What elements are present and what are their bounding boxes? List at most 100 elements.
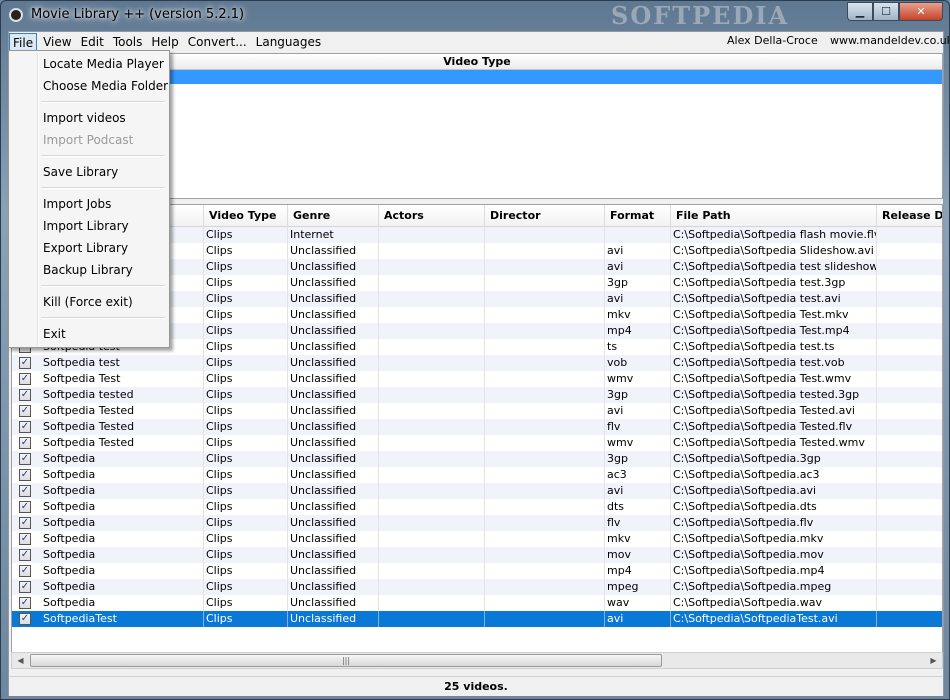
file-menu-item[interactable]: Locate Media Player — [11, 53, 167, 75]
cell-release — [877, 435, 942, 451]
menu-languages[interactable]: Languages — [253, 33, 324, 51]
table-row[interactable]: ✓ Softpedia Tested Clips Unclassified flv C:\… — [12, 419, 942, 435]
column-header-video-type[interactable]: Video Type — [204, 205, 288, 227]
cell-actors — [379, 371, 485, 387]
minimize-button[interactable]: ▁ — [847, 2, 873, 21]
cell-type: Clips — [204, 291, 288, 307]
row-checkbox[interactable]: ✓ — [19, 389, 31, 401]
app-icon[interactable] — [9, 8, 23, 22]
cell-format: mkv — [605, 531, 671, 547]
cell-director — [485, 243, 605, 259]
cell-type: Clips — [204, 259, 288, 275]
cell-type: Clips — [204, 531, 288, 547]
scroll-left-icon[interactable]: ◀ — [12, 653, 29, 668]
cell-type: Clips — [204, 339, 288, 355]
table-row[interactable]: ✓ Softpedia Test Clips Unclassified wmv C:\So… — [12, 371, 942, 387]
cell-genre: Unclassified — [288, 403, 379, 419]
row-checkbox[interactable]: ✓ — [19, 485, 31, 497]
table-row[interactable]: ✓ Softpedia Tested Clips Unclassified avi C:\… — [12, 403, 942, 419]
file-menu-item[interactable]: Export Library — [11, 237, 167, 259]
cell-director — [485, 291, 605, 307]
table-row[interactable]: ✓ Softpedia Clips Unclassified 3gp C:\Softped… — [12, 451, 942, 467]
row-checkbox[interactable]: ✓ — [19, 373, 31, 385]
table-row[interactable]: ✓ Softpedia Clips Unclassified mpeg C:\Softpe… — [12, 579, 942, 595]
cell-actors — [379, 515, 485, 531]
row-checkbox[interactable]: ✓ — [19, 597, 31, 609]
cell-type: Clips — [204, 547, 288, 563]
file-menu-item[interactable]: Save Library — [11, 161, 167, 183]
table-row[interactable]: ✓ Softpedia Clips Unclassified ac3 C:\Softped… — [12, 467, 942, 483]
cell-format: avi — [605, 291, 671, 307]
table-row[interactable]: ✓ Softpedia Clips Unclassified wav C:\Softped… — [12, 595, 942, 611]
menu-help[interactable]: Help — [148, 33, 181, 51]
table-row[interactable]: ✓ Softpedia Tested Clips Unclassified wmv C:\… — [12, 435, 942, 451]
cell-type: Clips — [204, 227, 288, 243]
cell-path: C:\Softpedia\Softpedia test.3gp — [671, 275, 877, 291]
file-menu-item[interactable]: Kill (Force exit) — [11, 291, 167, 313]
row-checkbox[interactable]: ✓ — [19, 565, 31, 577]
table-row[interactable]: ✓ Softpedia Clips Unclassified avi C:\Softped… — [12, 483, 942, 499]
menu-tools[interactable]: Tools — [110, 33, 146, 51]
scroll-thumb[interactable]: ||| — [30, 654, 662, 667]
cell-title: SoftpediaTest — [41, 611, 204, 627]
cell-director — [485, 371, 605, 387]
row-checkbox[interactable]: ✓ — [19, 613, 31, 625]
cell-title: Softpedia — [41, 483, 204, 499]
close-button[interactable]: ✕ — [899, 2, 943, 21]
row-checkbox[interactable]: ✓ — [19, 437, 31, 449]
cell-release — [877, 387, 942, 403]
table-row[interactable]: ✓ Softpedia Clips Unclassified flv C:\Softped… — [12, 515, 942, 531]
cell-genre: Unclassified — [288, 291, 379, 307]
cell-path: C:\Softpedia\Softpedia.mp4 — [671, 563, 877, 579]
column-header-file-path[interactable]: File Path — [671, 205, 877, 227]
cell-genre: Unclassified — [288, 451, 379, 467]
table-row[interactable]: ✓ Softpedia Clips Unclassified dts C:\Softped… — [12, 499, 942, 515]
table-row[interactable]: ✓ Softpedia test Clips Unclassified vob C:\So… — [12, 355, 942, 371]
row-checkbox[interactable]: ✓ — [19, 533, 31, 545]
title-bar[interactable]: Movie Library ++ (version 5.2.1) SOFTPED… — [1, 1, 949, 31]
menu-view[interactable]: View — [40, 33, 74, 51]
cell-actors — [379, 355, 485, 371]
scroll-right-icon[interactable]: ▶ — [925, 653, 942, 668]
menu-file[interactable]: File — [9, 33, 38, 51]
row-checkbox[interactable]: ✓ — [19, 453, 31, 465]
column-header-director[interactable]: Director — [485, 205, 605, 227]
column-header-release-date[interactable]: Release Da — [877, 205, 942, 227]
cell-path: C:\Softpedia\Softpedia.avi — [671, 483, 877, 499]
cell-actors — [379, 291, 485, 307]
file-menu-item[interactable]: Backup Library — [11, 259, 167, 281]
cell-title: Softpedia — [41, 451, 204, 467]
maximize-button[interactable]: ☐ — [873, 2, 899, 21]
row-checkbox[interactable]: ✓ — [19, 421, 31, 433]
file-menu-item[interactable]: Choose Media Folder — [11, 75, 168, 97]
row-checkbox[interactable]: ✓ — [19, 357, 31, 369]
file-menu-item[interactable]: Exit — [11, 323, 167, 345]
row-checkbox[interactable]: ✓ — [19, 405, 31, 417]
row-checkbox[interactable]: ✓ — [19, 501, 31, 513]
menu-edit[interactable]: Edit — [78, 33, 107, 51]
cell-genre: Unclassified — [288, 499, 379, 515]
cell-genre: Unclassified — [288, 547, 379, 563]
row-checkbox[interactable]: ✓ — [19, 581, 31, 593]
menu-convert[interactable]: Convert... — [185, 33, 250, 51]
table-row[interactable]: ✓ Softpedia tested Clips Unclassified 3gp C:\… — [12, 387, 942, 403]
row-checkbox[interactable]: ✓ — [19, 517, 31, 529]
table-row[interactable]: ✓ SoftpediaTest Clips Unclassified avi C:\Sof… — [12, 611, 942, 627]
row-checkbox[interactable]: ✓ — [19, 469, 31, 481]
table-row[interactable]: ✓ Softpedia Clips Unclassified mp4 C:\Softped… — [12, 563, 942, 579]
website-link[interactable]: www.mandeldev.co.uk — [830, 34, 949, 47]
column-header-genre[interactable]: Genre — [288, 205, 379, 227]
column-header-actors[interactable]: Actors — [379, 205, 485, 227]
column-header-format[interactable]: Format — [605, 205, 671, 227]
cell-title: Softpedia tested — [41, 387, 204, 403]
file-menu-item[interactable]: Import Jobs — [11, 193, 167, 215]
file-menu-item[interactable]: Import videos — [11, 107, 167, 129]
table-row[interactable]: ✓ Softpedia Clips Unclassified mkv C:\Softped… — [12, 531, 942, 547]
cell-type: Clips — [204, 451, 288, 467]
row-checkbox[interactable]: ✓ — [19, 549, 31, 561]
table-row[interactable]: ✓ Softpedia Clips Unclassified mov C:\Softped… — [12, 547, 942, 563]
file-menu-item[interactable]: Import Library — [11, 215, 167, 237]
cell-director — [485, 387, 605, 403]
horizontal-scrollbar[interactable]: ◀ ||| ▶ — [11, 652, 943, 669]
cell-format: mp4 — [605, 323, 671, 339]
